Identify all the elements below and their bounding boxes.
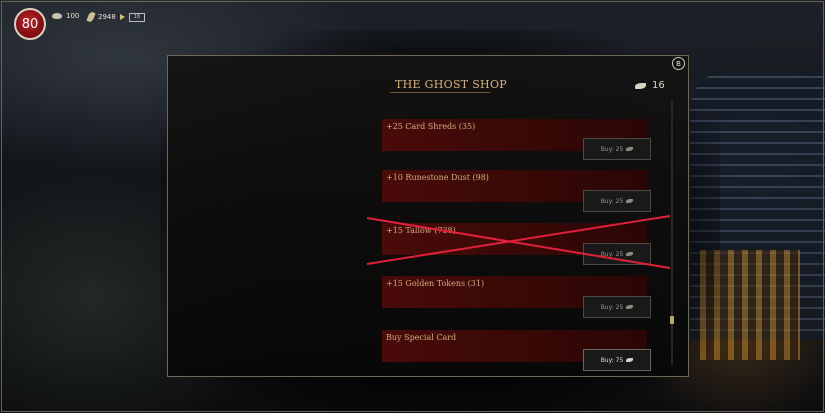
feather-icon (626, 199, 634, 203)
buy-label: Buy: 25 (600, 197, 624, 205)
item-label: +15 Golden Tokens (31) (386, 279, 485, 288)
close-key-label: B (676, 59, 681, 68)
leaves-counter: 2948 18 (86, 11, 145, 23)
leaf-icon (86, 11, 96, 23)
buy-button-card-shreds[interactable]: Buy: 25 (583, 138, 651, 160)
item-label: Buy Special Card (386, 333, 457, 342)
stones-value: 100 (66, 12, 80, 20)
feather-icon (626, 305, 634, 309)
item-label: +10 Runestone Dust (98) (386, 173, 489, 182)
player-level-badge: 80 (14, 8, 46, 40)
buy-button-runestone-dust[interactable]: Buy: 25 (583, 190, 651, 212)
leaves-value: 2948 (98, 13, 116, 21)
progress-bar-label: 18 (133, 14, 141, 20)
feather-icon (626, 358, 634, 362)
cross-out-mark (366, 215, 671, 269)
currency-counter: 16 (635, 80, 665, 91)
close-button[interactable]: B (672, 57, 685, 70)
buy-button-golden-tokens[interactable]: Buy: 25 (583, 296, 651, 318)
buy-button-special-card[interactable]: Buy: 75 (583, 349, 651, 371)
buy-label: Buy: 25 (600, 145, 624, 153)
stones-counter: 100 (52, 12, 79, 20)
buy-label: Buy: 75 (600, 356, 624, 364)
stone-icon (52, 13, 62, 19)
feather-icon (626, 147, 634, 151)
title-underline (390, 92, 490, 93)
shop-title: THE GHOST SHOP (395, 78, 507, 91)
play-icon (119, 14, 125, 20)
progress-bar-icon: 18 (128, 12, 145, 22)
buy-label: Buy: 25 (600, 303, 624, 311)
currency-value: 16 (652, 80, 665, 91)
feather-icon (635, 82, 646, 89)
player-level: 80 (21, 16, 39, 32)
item-label: +25 Card Shreds (35) (386, 122, 476, 131)
scrollbar-thumb[interactable] (670, 316, 674, 324)
